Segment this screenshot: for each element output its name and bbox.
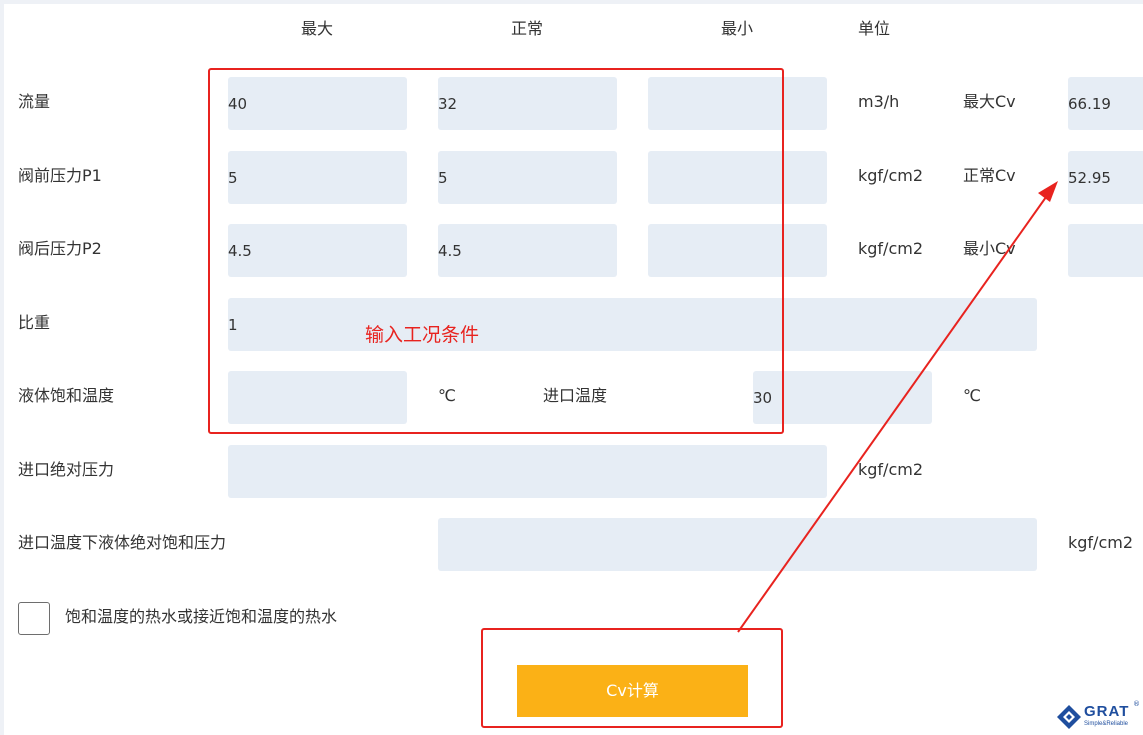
logo-tagline: Simple&Reliable xyxy=(1084,721,1129,727)
annotation-arrow xyxy=(737,181,1058,633)
logo-registered: ® xyxy=(1133,700,1140,708)
logo-diamond-icon xyxy=(1057,705,1081,729)
grat-logo: GRAT ® Simple&Reliable xyxy=(1056,700,1140,732)
logo-brand: GRAT xyxy=(1084,703,1130,720)
arrow-shaft xyxy=(737,189,1052,633)
arrow-head xyxy=(1038,181,1058,202)
